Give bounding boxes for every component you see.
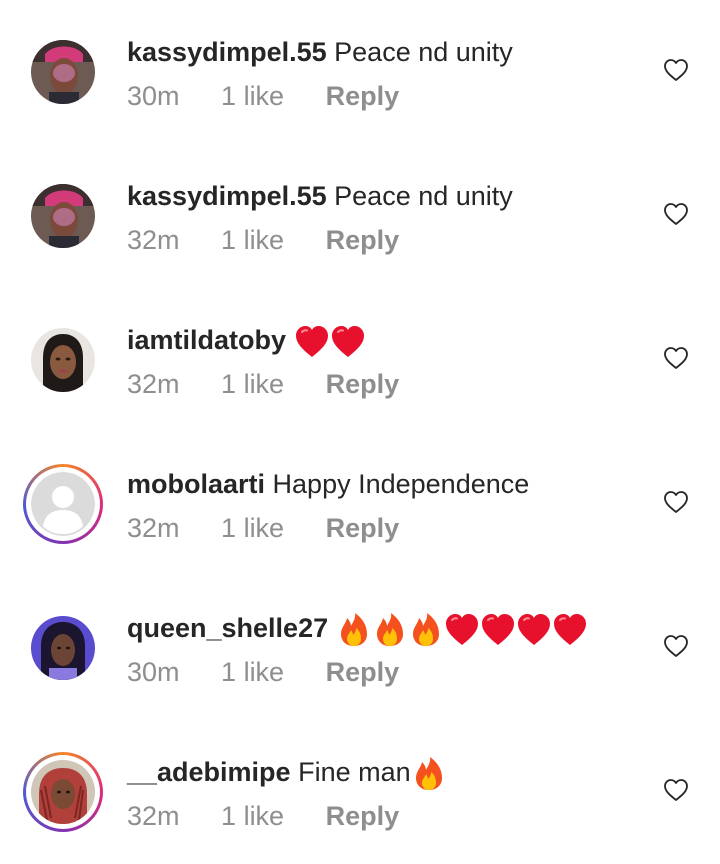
comment-time: 32m [127, 369, 180, 399]
comment-body: Fine man [298, 757, 411, 787]
comment-item: queen_shelle27 30m 1 like Reply [0, 576, 720, 720]
avatar[interactable] [31, 328, 95, 392]
fire-emoji [411, 756, 447, 792]
red-heart-emoji [294, 324, 330, 360]
comment-time: 30m [127, 657, 180, 687]
comment-username[interactable]: iamtildatoby [127, 325, 286, 355]
comment-meta: 32m 1 like Reply [127, 798, 399, 834]
reply-button[interactable]: Reply [326, 222, 400, 258]
comment-text: kassydimpel.55 Peace nd unity [127, 34, 513, 70]
comment-username[interactable]: mobolaarti [127, 469, 265, 499]
comment-likes[interactable]: 1 like [221, 654, 284, 690]
story-ring[interactable] [23, 752, 103, 832]
comment-time: 30m [127, 81, 180, 111]
comment-username[interactable]: kassydimpel.55 [127, 37, 327, 67]
reply-button[interactable]: Reply [326, 510, 400, 546]
reply-button[interactable]: Reply [326, 654, 400, 690]
comment-item: iamtildatoby 32m 1 like Reply [0, 288, 720, 432]
comment-time: 32m [127, 513, 180, 543]
comment-text: queen_shelle27 [127, 610, 588, 648]
comment-text: mobolaarti Happy Independence [127, 466, 529, 502]
comment-text: __adebimipe Fine man [127, 754, 447, 792]
comment-username[interactable]: __adebimipe [127, 757, 291, 787]
avatar [31, 760, 95, 824]
comment-body: Happy Independence [272, 469, 530, 499]
heart-outline-icon[interactable] [663, 57, 689, 83]
reply-button[interactable]: Reply [326, 78, 400, 114]
comment-meta: 32m 1 like Reply [127, 366, 399, 402]
comment-body: Peace nd unity [334, 37, 513, 67]
red-heart-emoji [330, 324, 366, 360]
red-heart-emoji [480, 612, 516, 648]
comment-text: iamtildatoby [127, 322, 366, 360]
comment-body: Peace nd unity [334, 181, 513, 211]
heart-outline-icon[interactable] [663, 633, 689, 659]
comment-item: kassydimpel.55 Peace nd unity 30m 1 like… [0, 0, 720, 144]
comment-meta: 32m 1 like Reply [127, 222, 399, 258]
red-heart-emoji [444, 612, 480, 648]
reply-button[interactable]: Reply [326, 798, 400, 834]
heart-outline-icon[interactable] [663, 201, 689, 227]
comment-username[interactable]: queen_shelle27 [127, 613, 328, 643]
comment-username[interactable]: kassydimpel.55 [127, 181, 327, 211]
comment-item: kassydimpel.55 Peace nd unity 32m 1 like… [0, 144, 720, 288]
avatar[interactable] [31, 616, 95, 680]
avatar[interactable] [31, 40, 95, 104]
comment-time: 32m [127, 225, 180, 255]
heart-outline-icon[interactable] [663, 777, 689, 803]
comment-likes[interactable]: 1 like [221, 510, 284, 546]
avatar[interactable] [31, 184, 95, 248]
reply-button[interactable]: Reply [326, 366, 400, 402]
comment-likes[interactable]: 1 like [221, 798, 284, 834]
avatar [31, 472, 95, 536]
heart-outline-icon[interactable] [663, 345, 689, 371]
comment-item: __adebimipe Fine man 32m 1 like Reply [0, 720, 720, 864]
comment-item: mobolaarti Happy Independence 32m 1 like… [0, 432, 720, 576]
comment-meta: 30m 1 like Reply [127, 654, 399, 690]
comment-likes[interactable]: 1 like [221, 222, 284, 258]
story-ring[interactable] [23, 464, 103, 544]
comment-time: 32m [127, 801, 180, 831]
heart-outline-icon[interactable] [663, 489, 689, 515]
red-heart-emoji [552, 612, 588, 648]
comment-meta: 30m 1 like Reply [127, 78, 399, 114]
fire-emoji [336, 612, 372, 648]
fire-emoji [372, 612, 408, 648]
comment-likes[interactable]: 1 like [221, 78, 284, 114]
comment-text: kassydimpel.55 Peace nd unity [127, 178, 513, 214]
red-heart-emoji [516, 612, 552, 648]
comment-meta: 32m 1 like Reply [127, 510, 399, 546]
fire-emoji [408, 612, 444, 648]
comment-likes[interactable]: 1 like [221, 366, 284, 402]
